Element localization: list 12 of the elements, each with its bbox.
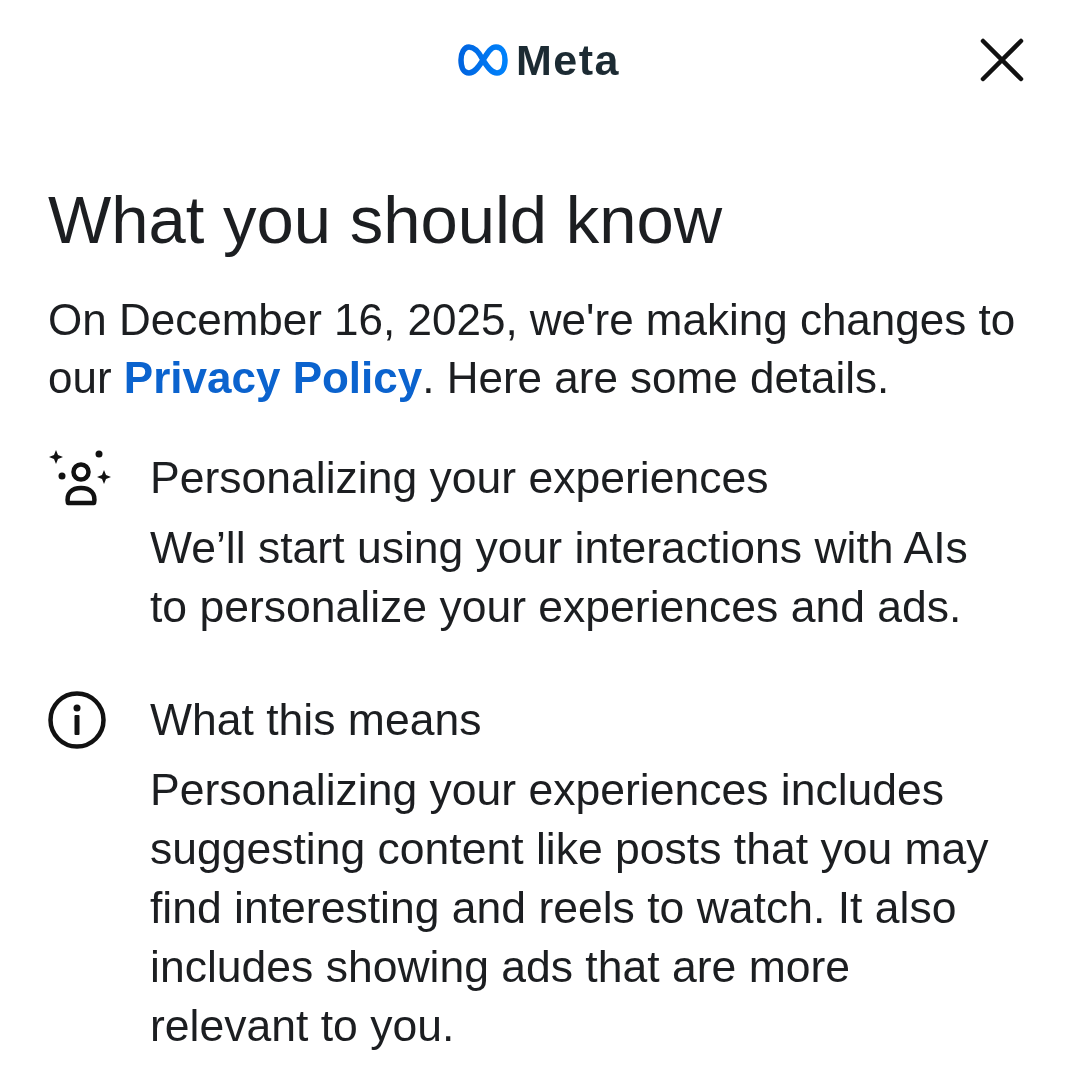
- item-description: We’ll start using your interactions with AIs to personalize your experiences and ads.: [150, 522, 969, 633]
- item-title: What this means: [150, 694, 483, 746]
- close-icon: [980, 38, 1024, 82]
- item-description: Personalizing your experiences includes suggesting content like posts that you may find interesting and reels to watch. It also includes showing ads that are more relevant to you.: [150, 764, 990, 1052]
- close-button[interactable]: [980, 38, 1024, 82]
- meta-logo-icon: [458, 44, 508, 76]
- page-heading: What you should know: [48, 183, 724, 257]
- item-title: Personalizing your experiences: [150, 452, 770, 504]
- privacy-policy-link[interactable]: Privacy Policy: [123, 353, 423, 402]
- intro-paragraph: On December 16, 2025, we're making changes to our Privacy Policy. Here are some details.: [48, 294, 1017, 404]
- logo-wordmark: Meta: [516, 38, 620, 82]
- info-icon: [48, 691, 106, 749]
